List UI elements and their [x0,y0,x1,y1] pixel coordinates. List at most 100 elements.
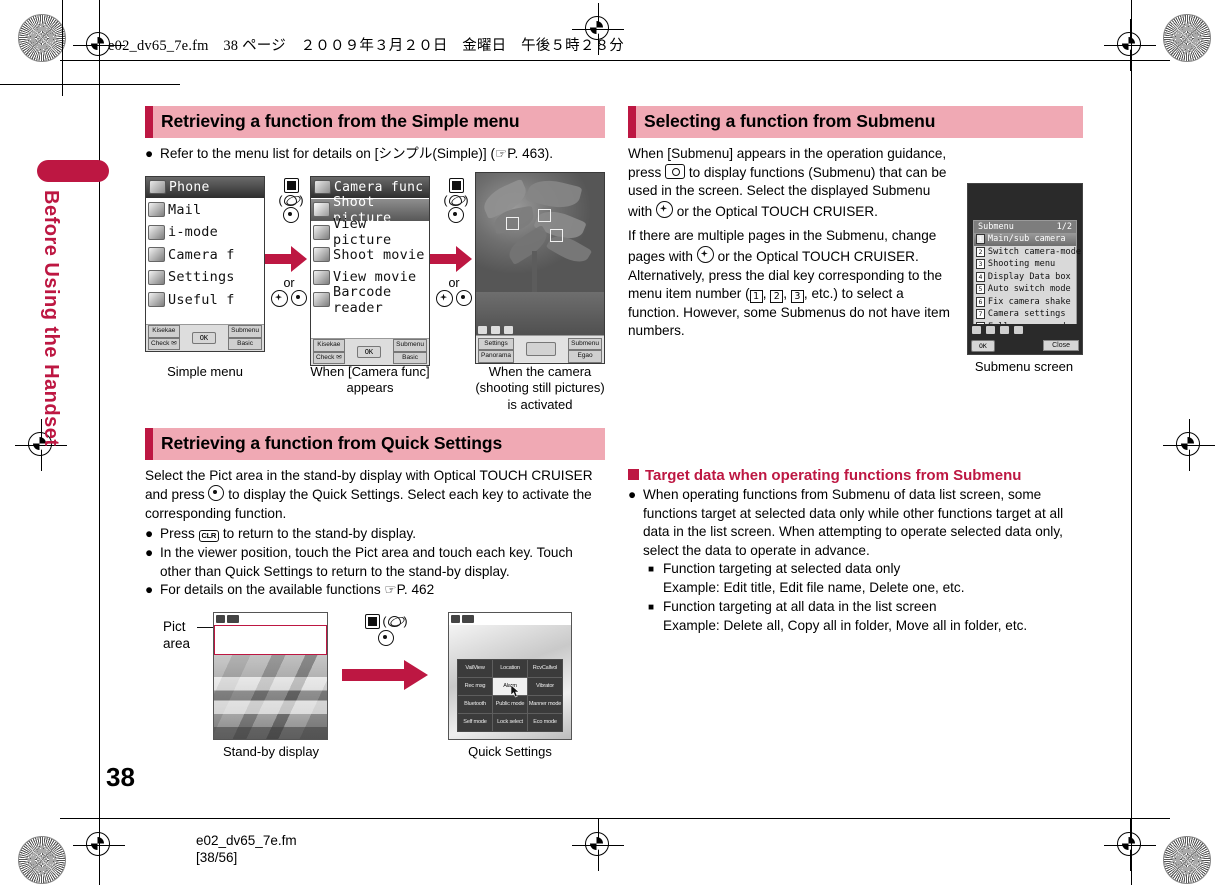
guide-ok[interactable]: OK [971,339,995,352]
pict-area-region[interactable] [214,624,327,655]
guide-panorama[interactable]: Panorama [478,350,514,363]
crop-line-top [60,60,1170,61]
screen-submenu: Submenu 1/2 1 Main/sub camera 2 Switch cam… [967,183,1083,355]
guide-egao[interactable]: Egao [568,350,602,363]
qs-key-vailview[interactable]: VailView [458,659,492,677]
list-item[interactable]: i-mode [146,221,264,244]
guide-submenu[interactable]: Submenu [568,337,602,351]
guide-submenu[interactable]: Submenu [393,339,427,352]
side-tab-label: Before Using the Handset [40,190,62,447]
qs-key-lock-select[interactable]: Lock select [493,713,527,731]
navigation-key-icon [696,245,714,263]
guide-basic[interactable]: Basic [228,337,262,351]
list-item[interactable]: Mail [146,199,264,222]
submenu-title: Submenu [978,222,1014,232]
battery-icon [227,614,239,623]
simple-menu-screens-row: Phone Mail i-mode Camera f Settings Usef… [145,168,605,366]
screen-simple-menu: Phone Mail i-mode Camera f Settings Usef… [145,175,265,352]
submenu-item[interactable]: 7 Camera settings [974,308,1076,321]
center-square-key-icon [283,177,299,193]
crop-line-right [1131,0,1132,885]
submenu-body: Submenu 1/2 1 Main/sub camera 2 Switch cam… [628,145,1083,374]
key-stack-3-enter [357,629,415,647]
submenu-bottom-bar: OK Close [968,324,1082,354]
key-stack-2-alt: or [430,276,478,307]
side-tab-pill [37,160,109,182]
target-data-bullet-text: When operating functions from Submenu of… [643,486,1064,558]
qs-key-alarm[interactable]: Alarm [493,677,527,695]
screen-simple-menu-list: Mail i-mode Camera f Settings Useful f [146,198,264,312]
subsection-heading-target-data: Target data when operating functions fro… [628,467,1083,484]
briefcase-icon [148,292,165,308]
list-item[interactable]: Useful f [146,289,264,312]
square-marker-icon [628,468,639,480]
memory-icon [1014,326,1023,334]
guide-check[interactable]: Check ✉ [148,337,180,351]
list-item[interactable]: Settings [146,266,264,289]
guide-ok[interactable]: OK [356,345,382,358]
list-item[interactable]: Barcode reader [311,284,429,316]
bullet-3-text: For details on the available functions ☞… [160,582,435,598]
guide-basic[interactable]: Basic [393,351,427,365]
touch-cruiser-icon [387,615,404,628]
bullet-dot: ● [145,146,154,161]
simple-menu-note-text: Refer to the menu list for details on [シ… [160,146,554,161]
list-item[interactable]: Shoot movie [311,244,429,267]
guide-close[interactable]: Close [1043,340,1079,351]
guide-ok[interactable]: OK [191,331,217,344]
pict-area-label-text: Pict area [163,618,191,651]
list-item[interactable]: View picture [311,216,429,248]
or-label-2: or [448,275,460,290]
caption-simple-menu: Simple menu [167,363,243,379]
file-header-line: e02_dv65_7e.fm 38 ページ ２００９年３月２０日 金曜日 午後５… [108,38,624,54]
caption-quick-settings: Quick Settings [468,743,552,759]
bullet-1-post: to return to the stand-by display. [222,526,417,542]
submenu-item[interactable]: 3 Shooting menu [974,258,1076,271]
submenu-paragraph-2: If there are multiple pages in the Subme… [628,228,950,339]
navigation-key-icon [271,289,288,307]
page-number: 38 [106,762,135,792]
guide-kisekae[interactable]: Kisekae [148,325,180,338]
dial-key-2-icon: 2 [770,290,784,304]
guide-settings[interactable]: Settings [478,337,514,351]
shutter-button[interactable] [526,341,556,356]
section-heading-quick-settings: Retrieving a function from Quick Setting… [145,427,605,460]
submenu-item[interactable]: 4 Display Data box [974,271,1076,284]
submenu-item-selected[interactable]: 1 Main/sub camera [974,233,1076,246]
screen-standby-display [213,611,328,740]
screen-simple-menu-title: Phone [169,179,210,195]
qs-key-vibrator[interactable]: Vibrator [528,677,562,695]
guide-submenu[interactable]: Submenu [228,325,262,338]
submenu-item[interactable]: 5 Auto switch mode [974,283,1076,296]
crop-line-inner-left [62,0,63,96]
star-target-mark-bottom-right [1163,836,1211,884]
flow-arrow-2 [430,245,472,272]
guide-check[interactable]: Check ✉ [313,351,345,365]
target-data-sub-2-example: Example: Delete all, Copy all in folder,… [663,617,1028,633]
key-stack-2: () [432,177,480,224]
signal-icon [216,614,225,623]
list-item[interactable]: Camera f [146,244,264,267]
camera-icon [314,180,331,195]
guide-right: Submenu Basic [393,339,427,365]
qs-key-eco-mode[interactable]: Eco mode [528,713,562,731]
qs-key-self-mode[interactable]: Self mode [458,713,492,731]
qs-key-public-mode[interactable]: Public mode [493,695,527,713]
qs-key-manner-mode[interactable]: Manner mode [528,695,562,713]
guide-left: Kisekae Check ✉ [313,339,345,365]
star-target-mark-bottom-left [18,836,66,884]
qs-key-bluetooth[interactable]: Bluetooth [458,695,492,713]
registration-mark-right-mid [1163,419,1215,471]
qs-key-rcvcallvol[interactable]: RcvCallvol [528,659,562,677]
guide-kisekae[interactable]: Kisekae [313,339,345,352]
registration-mark-bottom-center [572,819,624,871]
mail-icon [148,202,165,218]
submenu-item[interactable]: 6 Fix camera shake [974,296,1076,309]
standby-wallpaper [214,654,327,739]
view-movie-icon [313,269,330,285]
center-square-key-icon [364,613,380,629]
qs-key-rec-msg[interactable]: Rec msg [458,677,492,695]
submenu-item[interactable]: 2 Switch camera-mode [974,246,1081,259]
qs-key-location[interactable]: Location [493,659,527,677]
caption-standby-display: Stand-by display [222,743,320,759]
